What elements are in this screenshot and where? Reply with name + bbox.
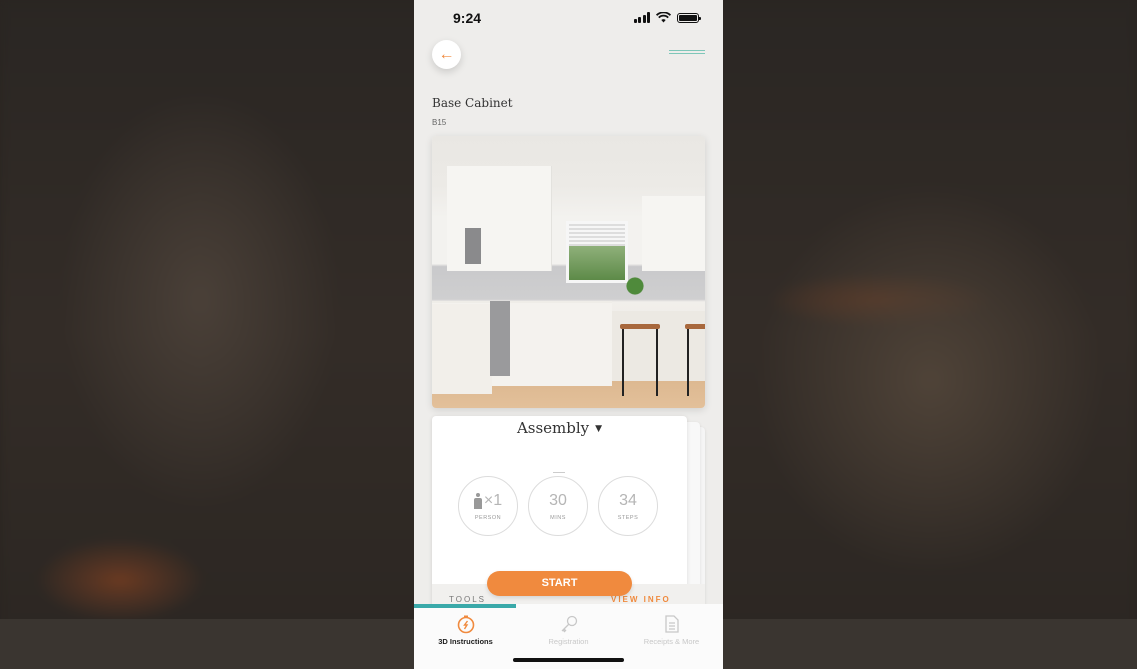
back-button[interactable]: ← (432, 40, 461, 69)
key-icon (561, 615, 577, 633)
wifi-icon (656, 12, 671, 23)
document-icon (664, 615, 679, 633)
timer-icon (553, 472, 565, 475)
stat-steps: 34 STEPS (598, 476, 658, 536)
status-bar: 9:24 (414, 0, 723, 36)
view-info-link[interactable]: VIEW INFO (611, 595, 671, 604)
phone-screen: 9:24 ← Base Cabinet B15 Assembly ▼ ×1 PE… (414, 0, 723, 669)
product-title: Base Cabinet (432, 96, 513, 110)
stat-mins: 30 MINS (528, 472, 588, 536)
compass-icon (457, 615, 474, 634)
signal-icon (633, 12, 650, 23)
stat-person: ×1 PERSON (458, 476, 518, 536)
tab-label: Receipts & More (643, 637, 700, 646)
product-sku: B15 (432, 118, 447, 127)
status-time: 9:24 (453, 10, 482, 26)
arrow-left-icon: ← (438, 45, 455, 63)
tab-registration[interactable]: Registration (517, 608, 620, 653)
battery-icon (677, 12, 701, 23)
tools-label: TOOLS (449, 595, 486, 604)
assembly-dropdown[interactable]: Assembly ▼ (432, 419, 687, 437)
stat-mins-label: MINS (550, 514, 566, 521)
caret-down-icon: ▼ (595, 424, 603, 434)
stat-steps-label: STEPS (617, 514, 639, 521)
tab-label: Registration (548, 637, 589, 646)
kitchen-photo (432, 136, 705, 408)
tab-label: 3D Instructions (438, 637, 493, 646)
assembly-title: Assembly (516, 419, 590, 437)
person-icon (473, 492, 482, 509)
stat-mins-value: 30 (549, 491, 567, 509)
stat-person-label: PERSON (474, 514, 502, 521)
stat-person-value: ×1 (483, 491, 503, 509)
home-indicator[interactable] (513, 658, 624, 662)
tab-3d-instructions[interactable]: 3D Instructions (414, 608, 517, 653)
status-icons (633, 12, 701, 23)
brand-logo (669, 50, 705, 56)
stat-steps-value: 34 (619, 491, 637, 509)
start-button[interactable]: START (487, 571, 632, 596)
tab-receipts[interactable]: Receipts & More (620, 608, 723, 653)
